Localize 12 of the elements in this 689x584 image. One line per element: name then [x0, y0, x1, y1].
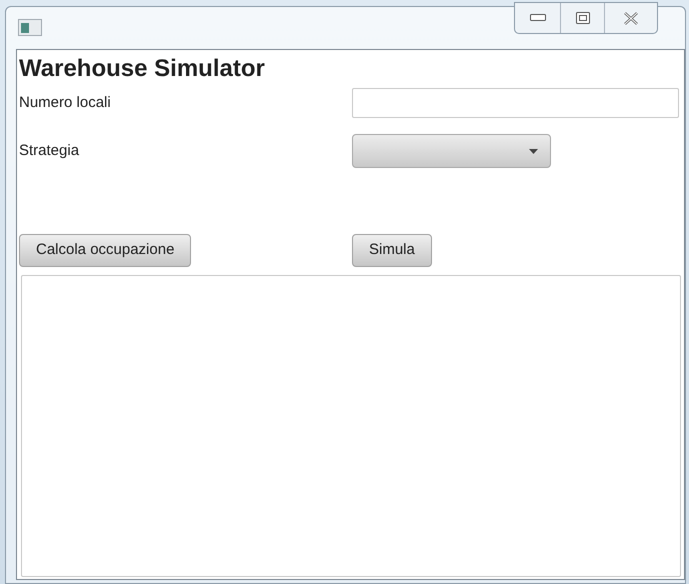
input-field[interactable]: [352, 88, 679, 118]
action-button[interactable]: Calcola occupazione: [19, 234, 192, 267]
caret-icon: [529, 148, 538, 154]
dropdown[interactable]: [352, 134, 551, 168]
minimize-icon: [530, 14, 546, 22]
field-label: Numero locali: [19, 92, 112, 113]
field-label: Strategia: [19, 140, 80, 161]
app-title: Warehouse Simulator: [19, 54, 266, 84]
action-button[interactable]: Simula: [352, 234, 432, 267]
app-icon: [18, 19, 42, 36]
close-icon: [623, 12, 639, 24]
maximize-icon: [576, 12, 590, 24]
